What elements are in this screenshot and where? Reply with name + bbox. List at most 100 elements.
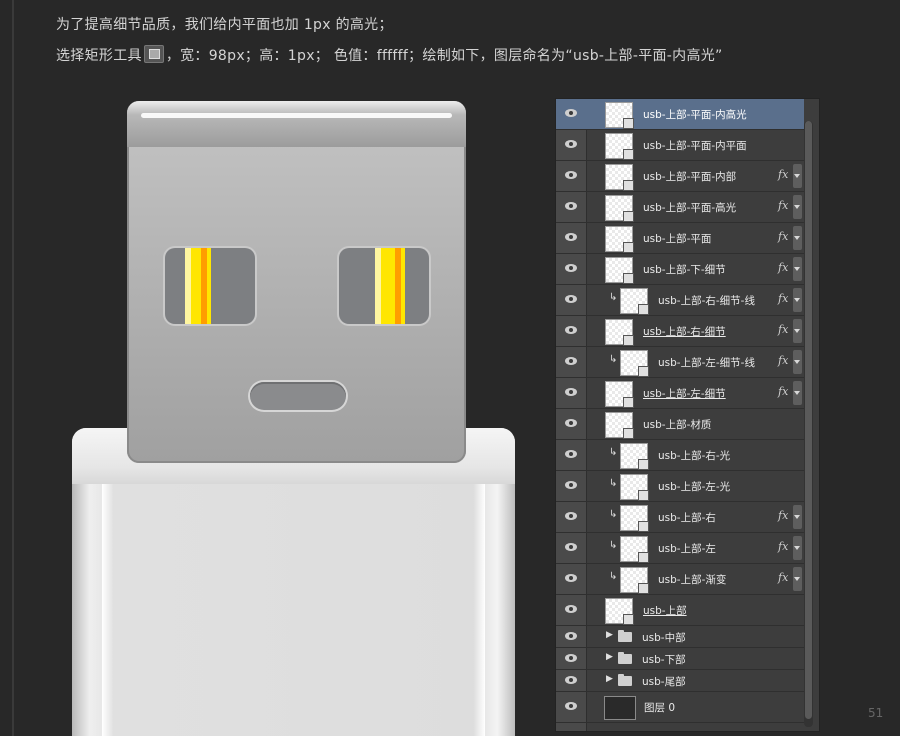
layer-thumbnail[interactable] — [605, 195, 634, 222]
visibility-eye-icon[interactable] — [565, 202, 577, 210]
layer-effects-icon[interactable]: fx — [778, 540, 788, 553]
layer-row[interactable]: usb-上部-下-细节 fx — [556, 254, 804, 285]
layer-row[interactable]: usb-上部-左-细节 fx — [556, 378, 804, 409]
layer-name[interactable]: usb-上部-平面-内部 — [643, 169, 736, 184]
layer-name[interactable]: usb-上部-左-细节 — [643, 386, 726, 401]
effects-expand-caret-icon[interactable] — [793, 536, 802, 560]
scrollbar-thumb[interactable] — [805, 121, 812, 719]
group-expand-arrow-icon[interactable]: ▶ — [606, 652, 613, 662]
visibility-eye-icon[interactable] — [565, 140, 577, 148]
layer-effects-icon[interactable]: fx — [778, 571, 788, 584]
layer-effects-icon[interactable]: fx — [778, 261, 788, 274]
layer-thumbnail[interactable] — [605, 598, 634, 625]
layer-row[interactable]: usb-上部-平面-内部 fx — [556, 161, 804, 192]
effects-expand-caret-icon[interactable] — [793, 381, 802, 405]
layer-row[interactable]: ↳ usb-上部-左-细节-线 fx — [556, 347, 804, 378]
layer-thumbnail[interactable] — [620, 443, 649, 470]
effects-expand-caret-icon[interactable] — [793, 288, 802, 312]
layer-thumbnail[interactable] — [604, 696, 636, 720]
layer-name[interactable]: usb-上部-右 — [658, 510, 716, 525]
layer-row[interactable]: ↳ usb-上部-左-光 — [556, 471, 804, 502]
layer-name[interactable]: usb-上部-下-细节 — [643, 262, 726, 277]
visibility-eye-icon[interactable] — [565, 326, 577, 334]
layer-group-row[interactable]: ▶ usb-中部 — [556, 626, 804, 648]
layer-name[interactable]: usb-上部-左 — [658, 541, 716, 556]
layer-row[interactable]: usb-上部-材质 — [556, 409, 804, 440]
visibility-eye-icon[interactable] — [565, 450, 577, 458]
effects-expand-caret-icon[interactable] — [793, 319, 802, 343]
layer-effects-icon[interactable]: fx — [778, 323, 788, 336]
layer-thumbnail[interactable] — [620, 505, 649, 532]
layer-thumbnail[interactable] — [620, 536, 649, 563]
background-layer-row[interactable]: 图层 0 — [556, 692, 804, 723]
layer-group-row[interactable]: ▶ usb-下部 — [556, 648, 804, 670]
visibility-eye-icon[interactable] — [565, 109, 577, 117]
effects-expand-caret-icon[interactable] — [793, 226, 802, 250]
group-expand-arrow-icon[interactable]: ▶ — [606, 674, 613, 684]
visibility-eye-icon[interactable] — [565, 264, 577, 272]
layer-thumbnail[interactable] — [605, 133, 634, 160]
layer-effects-icon[interactable]: fx — [778, 354, 788, 367]
layer-name[interactable]: usb-上部-左-细节-线 — [658, 355, 755, 370]
layer-thumbnail[interactable] — [605, 164, 634, 191]
layer-row[interactable]: ↳ usb-上部-右 fx — [556, 502, 804, 533]
layer-row[interactable]: ↳ usb-上部-右-细节-线 fx — [556, 285, 804, 316]
visibility-eye-icon[interactable] — [565, 512, 577, 520]
effects-expand-caret-icon[interactable] — [793, 164, 802, 188]
effects-expand-caret-icon[interactable] — [793, 195, 802, 219]
visibility-eye-icon[interactable] — [565, 233, 577, 241]
layer-effects-icon[interactable]: fx — [778, 199, 788, 212]
visibility-eye-icon[interactable] — [565, 295, 577, 303]
layer-name[interactable]: usb-上部-平面 — [643, 231, 711, 246]
layer-row[interactable]: usb-上部-右-细节 fx — [556, 316, 804, 347]
layer-row[interactable]: usb-上部-平面-内高光 — [556, 99, 804, 130]
layer-row[interactable]: ↳ usb-上部-渐变 fx — [556, 564, 804, 595]
layer-effects-icon[interactable]: fx — [778, 292, 788, 305]
layer-thumbnail[interactable] — [620, 567, 649, 594]
visibility-eye-icon[interactable] — [565, 171, 577, 179]
visibility-eye-icon[interactable] — [565, 574, 577, 582]
layer-effects-icon[interactable]: fx — [778, 509, 788, 522]
layer-thumbnail[interactable] — [620, 350, 649, 377]
layer-name[interactable]: usb-上部 — [643, 603, 687, 618]
layer-thumbnail[interactable] — [605, 412, 634, 439]
layer-thumbnail[interactable] — [605, 102, 634, 129]
layer-name[interactable]: 图层 0 — [644, 700, 675, 715]
layer-name[interactable]: usb-上部-平面-高光 — [643, 200, 736, 215]
visibility-eye-icon[interactable] — [565, 676, 577, 684]
layer-name[interactable]: usb-上部-渐变 — [658, 572, 726, 587]
layer-row[interactable]: usb-上部 — [556, 595, 804, 626]
layer-thumbnail[interactable] — [605, 257, 634, 284]
visibility-eye-icon[interactable] — [565, 481, 577, 489]
visibility-eye-icon[interactable] — [565, 605, 577, 613]
effects-expand-caret-icon[interactable] — [793, 257, 802, 281]
group-expand-arrow-icon[interactable]: ▶ — [606, 630, 613, 640]
layer-name[interactable]: usb-上部-右-细节 — [643, 324, 726, 339]
visibility-eye-icon[interactable] — [565, 702, 577, 710]
visibility-eye-icon[interactable] — [565, 388, 577, 396]
layer-thumbnail[interactable] — [605, 319, 634, 346]
visibility-eye-icon[interactable] — [565, 357, 577, 365]
visibility-eye-icon[interactable] — [565, 632, 577, 640]
layer-row[interactable]: ↳ usb-上部-右-光 — [556, 440, 804, 471]
layer-name[interactable]: usb-上部-右-细节-线 — [658, 293, 755, 308]
visibility-eye-icon[interactable] — [565, 654, 577, 662]
layer-name[interactable]: usb-上部-材质 — [643, 417, 711, 432]
layer-row[interactable]: ↳ usb-上部-左 fx — [556, 533, 804, 564]
layer-effects-icon[interactable]: fx — [778, 385, 788, 398]
layer-effects-icon[interactable]: fx — [778, 168, 788, 181]
layer-row[interactable]: usb-上部-平面-内平面 — [556, 130, 804, 161]
layer-name[interactable]: usb-上部-左-光 — [658, 479, 730, 494]
layers-scrollbar[interactable] — [804, 121, 813, 727]
layer-thumbnail[interactable] — [620, 474, 649, 501]
effects-expand-caret-icon[interactable] — [793, 505, 802, 529]
layer-effects-icon[interactable]: fx — [778, 230, 788, 243]
layer-name[interactable]: usb-上部-平面-内高光 — [643, 107, 747, 122]
layer-name[interactable]: usb-上部-平面-内平面 — [643, 138, 747, 153]
layer-group-row[interactable]: ▶ usb-尾部 — [556, 670, 804, 692]
visibility-eye-icon[interactable] — [565, 543, 577, 551]
group-name[interactable]: usb-中部 — [642, 630, 686, 645]
layer-row[interactable]: usb-上部-平面 fx — [556, 223, 804, 254]
layer-row[interactable]: usb-上部-平面-高光 fx — [556, 192, 804, 223]
layer-thumbnail[interactable] — [605, 226, 634, 253]
